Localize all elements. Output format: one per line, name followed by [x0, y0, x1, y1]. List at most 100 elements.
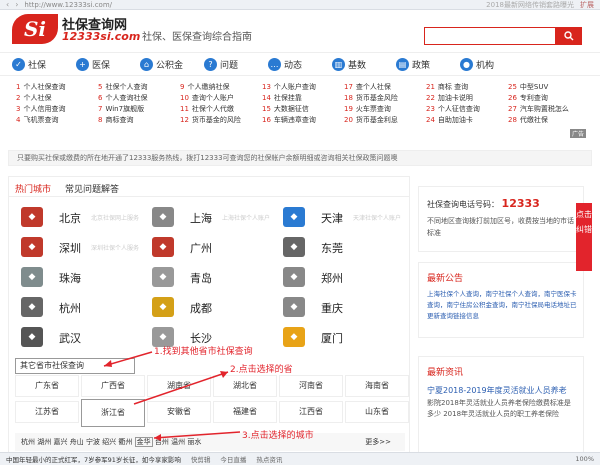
quick-link-number: 18 [344, 94, 353, 102]
nav-item-4[interactable]: … 动态 [268, 57, 332, 71]
quick-link[interactable]: 21 商标 查询 [426, 82, 508, 93]
quick-link[interactable]: 27 汽车购置税怎么 [508, 104, 590, 115]
province-city-item[interactable]: 金华 [134, 437, 153, 447]
province-city-item[interactable]: 丽水 [187, 438, 201, 446]
nav-item-2[interactable]: ⌂ 公积金 [140, 57, 204, 71]
browser-tab-hint[interactable]: 2018最新网络传销套路曝光 [486, 0, 574, 10]
quick-link[interactable]: 20 货币基金利息 [344, 115, 426, 126]
quick-link-text: 货币基金的风险 [191, 116, 241, 124]
city-name: 郑州 [321, 272, 343, 285]
quick-link[interactable]: 24 自助加油卡 [426, 115, 508, 126]
book-icon: ▤ [396, 57, 409, 71]
province-item[interactable]: 广东省 [15, 375, 79, 397]
quick-link[interactable]: 7 Win7旗舰版 [98, 104, 180, 115]
extension-button[interactable]: 扩展 [580, 0, 594, 10]
province-city-item[interactable]: 温州 [171, 438, 185, 446]
quick-link[interactable]: 19 火车票查询 [344, 104, 426, 115]
quick-link[interactable]: 9 个人缴纳社保 [180, 82, 262, 93]
city-emblem-icon: ◆ [152, 237, 174, 257]
quick-link[interactable]: 23 个人征信查询 [426, 104, 508, 115]
latest-info-lead[interactable]: 宁夏2018-2019年度灵活就业人员养老 [427, 385, 577, 396]
province-item[interactable]: 福建省 [213, 401, 277, 423]
search-input[interactable] [424, 27, 556, 45]
province-item[interactable]: 海南省 [345, 375, 409, 397]
city-name: 重庆 [321, 302, 343, 315]
city-item[interactable]: ◆ 重庆 [275, 297, 403, 319]
quick-link[interactable]: 1 个人社保查询 [16, 82, 98, 93]
nav-item-7[interactable]: ● 机构 [460, 57, 524, 71]
province-city-item[interactable]: 嘉兴 [53, 438, 67, 446]
correction-side-tab[interactable]: 点击纠错 [576, 203, 592, 271]
city-item[interactable]: ◆ 北京 北京社保网上服务 [13, 207, 141, 229]
city-item[interactable]: ◆ 上海 上海社保个人账户 [144, 207, 272, 229]
back-icon[interactable]: ‹ [6, 0, 9, 9]
search-button[interactable] [556, 27, 582, 45]
province-city-item[interactable]: 宁波 [86, 438, 100, 446]
city-item[interactable]: ◆ 深圳 深圳社保个人服务 [13, 237, 141, 259]
city-item[interactable]: ◆ 郑州 [275, 267, 403, 289]
tab-hot-cities[interactable]: 热门城市 [15, 182, 51, 195]
quick-link[interactable]: 15 大数据征信 [262, 104, 344, 115]
quick-link[interactable]: 2 个人社保 [16, 93, 98, 104]
province-item[interactable]: 山东省 [345, 401, 409, 423]
quick-link[interactable]: 13 个人账户查询 [262, 82, 344, 93]
more-link[interactable]: 更多>> [365, 433, 391, 451]
province-city-item[interactable]: 绍兴 [102, 438, 116, 446]
status-item[interactable]: 热点资讯 [256, 454, 282, 464]
quick-link[interactable]: 12 货币基金的风险 [180, 115, 262, 126]
quick-link[interactable]: 11 社保个人代缴 [180, 104, 262, 115]
quick-link[interactable]: 18 货币基金风险 [344, 93, 426, 104]
quick-link[interactable]: 3 个人信用查询 [16, 104, 98, 115]
quick-link[interactable]: 25 中型SUV [508, 82, 590, 93]
address-bar[interactable]: http://www.12333si.com/ [24, 1, 112, 9]
province-city-item[interactable]: 湖州 [37, 438, 51, 446]
nav-item-6[interactable]: ▤ 政策 [396, 57, 460, 71]
quick-link[interactable]: 17 查个人社保 [344, 82, 426, 93]
province-item[interactable]: 湖北省 [213, 375, 277, 397]
city-item[interactable]: ◆ 杭州 [13, 297, 141, 319]
province-city-item[interactable]: 台州 [155, 438, 169, 446]
city-item[interactable]: ◆ 东莞 [275, 237, 403, 259]
quick-link-text: 个人查询社保 [105, 94, 148, 102]
quick-link[interactable]: 5 社保个人查询 [98, 82, 180, 93]
city-item[interactable]: ◆ 珠海 [13, 267, 141, 289]
nav-item-3[interactable]: ? 问题 [204, 57, 268, 71]
city-item[interactable]: ◆ 青岛 [144, 267, 272, 289]
city-item[interactable]: ◆ 厦门 [275, 327, 403, 349]
status-item[interactable]: 今日直播 [220, 454, 246, 464]
site-logo[interactable]: Si 社保查询网 12333si.com [12, 14, 140, 46]
status-item[interactable]: 快剪辑 [191, 454, 211, 464]
province-item[interactable]: 安徽省 [147, 401, 211, 423]
province-item[interactable]: 河南省 [279, 375, 343, 397]
quick-link[interactable]: 10 查询个人账户 [180, 93, 262, 104]
province-item[interactable]: 江苏省 [15, 401, 79, 423]
nav-item-1[interactable]: + 医保 [76, 57, 140, 71]
zoom-level[interactable]: 100% [575, 455, 594, 463]
forward-icon[interactable]: › [15, 0, 18, 9]
province-item[interactable]: 湖南省 [147, 375, 211, 397]
quick-link[interactable]: 8 商标查询 [98, 115, 180, 126]
city-item[interactable]: ◆ 广州 [144, 237, 272, 259]
province-item[interactable]: 江西省 [279, 401, 343, 423]
city-item[interactable]: ◆ 天津 天津社保个人账户 [275, 207, 403, 229]
announcement-links[interactable]: 上海社保个人查询，南宁社保个人查询，南宁医保卡查询，南宁住房公积金查询，南宁社保… [427, 289, 577, 322]
tab-faq[interactable]: 常见问题解答 [65, 182, 119, 195]
province-city-item[interactable]: 衢州 [118, 438, 132, 446]
quick-link[interactable]: 28 代缴社保 [508, 115, 590, 126]
quick-link[interactable]: 16 车辆违章查询 [262, 115, 344, 126]
quick-link[interactable]: 4 飞机票查询 [16, 115, 98, 126]
province-city-item[interactable]: 杭州 [21, 438, 35, 446]
other-provinces-label[interactable]: 其它省市社保查询 [15, 358, 135, 374]
nav-item-0[interactable]: ✓ 社保 [12, 57, 76, 71]
quick-link[interactable]: 14 社保挂靠 [262, 93, 344, 104]
city-item[interactable]: ◆ 武汉 [13, 327, 141, 349]
province-city-item[interactable]: 舟山 [70, 438, 84, 446]
quick-link[interactable]: 26 专利查询 [508, 93, 590, 104]
province-item[interactable]: 浙江省 [81, 399, 145, 427]
quick-link[interactable]: 6 个人查询社保 [98, 93, 180, 104]
nav-item-5[interactable]: ▥ 基数 [332, 57, 396, 71]
status-news[interactable]: 中国年轻最小的正式红军，7岁参军91岁长征，如今享家影响 [6, 454, 181, 464]
province-item[interactable]: 广西省 [81, 375, 145, 397]
quick-link[interactable]: 22 加油卡说明 [426, 93, 508, 104]
city-item[interactable]: ◆ 成都 [144, 297, 272, 319]
